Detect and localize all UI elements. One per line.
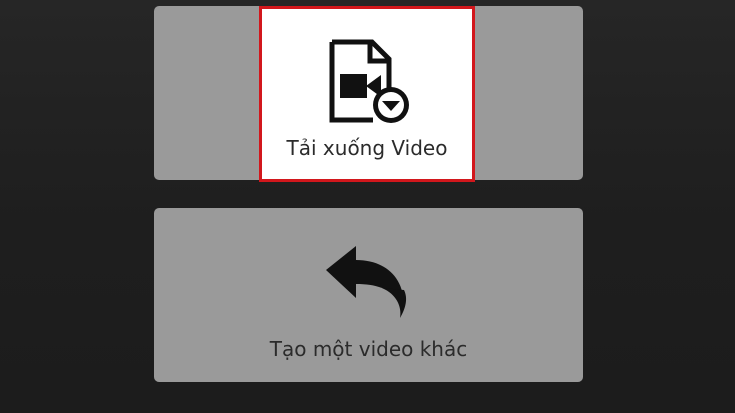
- create-another-video-button[interactable]: Tạo một video khác: [154, 208, 583, 382]
- back-arrow-icon: [326, 246, 407, 318]
- create-another-video-label: Tạo một video khác: [269, 337, 468, 361]
- video-file-download-icon: [329, 39, 409, 123]
- download-video-label: Tải xuống Video: [286, 136, 448, 160]
- download-video-button[interactable]: Tải xuống Video: [259, 6, 475, 182]
